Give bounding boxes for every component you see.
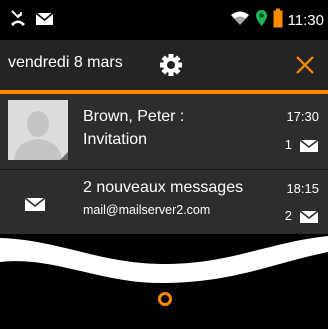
wifi-icon (230, 10, 250, 30)
lock-screen: 11:30 vendredi 8 mars Brown, Peter: Inv… (0, 0, 328, 329)
notification-title: 2 nouveaux messages (83, 179, 244, 196)
notification-subtitle: mail@mailserver2.com (83, 203, 211, 217)
status-time: 11:30 (287, 11, 324, 29)
missed-call-icon (10, 9, 26, 31)
notification-time: 17:30 (286, 109, 319, 124)
envelope-icon (24, 197, 46, 216)
wave-wallpaper (0, 234, 328, 329)
status-right: 11:30 (230, 8, 324, 32)
notification-count: 1 (284, 137, 292, 152)
envelope-icon (299, 138, 319, 157)
notification-subtitle: Invitation (83, 131, 148, 148)
envelope-icon (299, 209, 319, 228)
status-left (10, 10, 54, 30)
notification-title: Brown, Peter : (83, 108, 185, 125)
notification-count: 2 (284, 208, 292, 223)
ring-icon (158, 292, 172, 306)
person-icon (8, 100, 68, 160)
battery-icon (273, 8, 283, 32)
avatar (8, 100, 68, 160)
notification-item[interactable]: Brown, Peter : Invitation 17:30 1 (0, 94, 328, 169)
notification-header: vendredi 8 mars (0, 40, 328, 90)
home-button[interactable] (157, 291, 173, 307)
location-icon (255, 9, 268, 31)
close-icon (296, 56, 314, 74)
dismiss-button[interactable] (294, 54, 316, 76)
status-bar: 11:30 (0, 0, 328, 40)
notification-time: 18:15 (286, 181, 319, 196)
notification-item[interactable]: 2 nouveaux messages mail@mailserver2.com… (0, 170, 328, 234)
settings-button[interactable] (158, 52, 184, 78)
gear-icon (160, 54, 182, 76)
date-label: vendredi 8 mars (8, 54, 123, 71)
envelope-icon (35, 11, 54, 30)
